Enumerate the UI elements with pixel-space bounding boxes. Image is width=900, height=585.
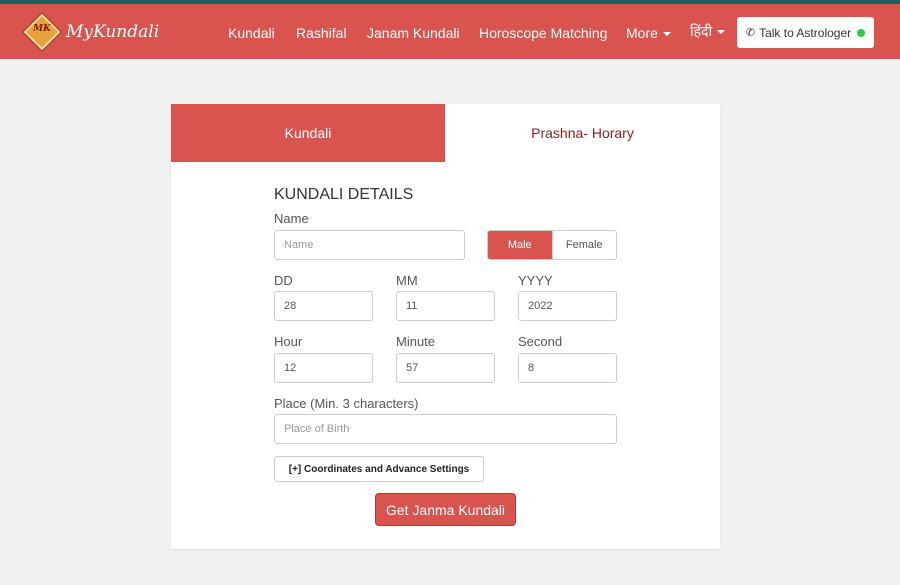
- yyyy-label: YYYY: [518, 273, 553, 288]
- place-of-birth-input[interactable]: [274, 414, 617, 444]
- navbar: MK MyKundali Kundali Rashifal Janam Kund…: [0, 4, 900, 59]
- mm-label: MM: [396, 273, 418, 288]
- online-status-dot: [857, 28, 866, 37]
- dd-input[interactable]: [274, 291, 373, 321]
- hour-label: Hour: [274, 334, 303, 349]
- yyyy-input[interactable]: [518, 291, 617, 321]
- name-label: Name: [274, 211, 309, 226]
- nav-horoscope-matching[interactable]: Horoscope Matching: [479, 25, 607, 41]
- chevron-down-icon: [662, 32, 671, 37]
- nav-rashifal[interactable]: Rashifal: [296, 25, 347, 41]
- mm-input[interactable]: [396, 291, 495, 321]
- nav-janam-kundali[interactable]: Janam Kundali: [367, 25, 460, 41]
- dd-label: DD: [274, 273, 293, 288]
- place-label: Place (Min. 3 characters): [274, 396, 419, 411]
- get-janma-kundali-button[interactable]: Get Janma Kundali: [375, 493, 516, 526]
- nav-more-dropdown[interactable]: More: [626, 25, 671, 41]
- advanced-settings-button[interactable]: [+] Coordinates and Advance Settings: [274, 456, 484, 482]
- tab-prashna-horary[interactable]: Prashna- Horary: [445, 104, 720, 162]
- form-title: KUNDALI DETAILS: [274, 186, 414, 203]
- second-input[interactable]: [518, 353, 617, 383]
- gender-toggle: Male Female: [487, 230, 617, 260]
- gender-female-button[interactable]: Female: [551, 231, 616, 259]
- nav-language-dropdown[interactable]: हिंदी: [690, 22, 726, 41]
- tab-kundali[interactable]: Kundali: [171, 104, 445, 162]
- gender-male-button[interactable]: Male: [488, 231, 552, 259]
- hour-input[interactable]: [274, 353, 373, 383]
- minute-input[interactable]: [396, 353, 495, 383]
- minute-label: Minute: [396, 334, 436, 349]
- second-label: Second: [518, 334, 563, 349]
- phone-icon: ✆: [745, 27, 756, 39]
- nav-language-label: हिंदी: [690, 23, 713, 39]
- chevron-down-icon: [717, 30, 726, 35]
- talk-button-label: Talk to Astrologer: [759, 25, 852, 40]
- name-input[interactable]: [274, 230, 465, 260]
- nav-more-label: More: [626, 25, 658, 41]
- kundali-form-card: Kundali Prashna- Horary KUNDALI DETAILS …: [171, 104, 720, 549]
- talk-to-astrologer-button[interactable]: ✆ Talk to Astrologer: [737, 17, 874, 48]
- form-tabs: Kundali Prashna- Horary: [171, 104, 720, 162]
- nav-kundali[interactable]: Kundali: [228, 25, 275, 41]
